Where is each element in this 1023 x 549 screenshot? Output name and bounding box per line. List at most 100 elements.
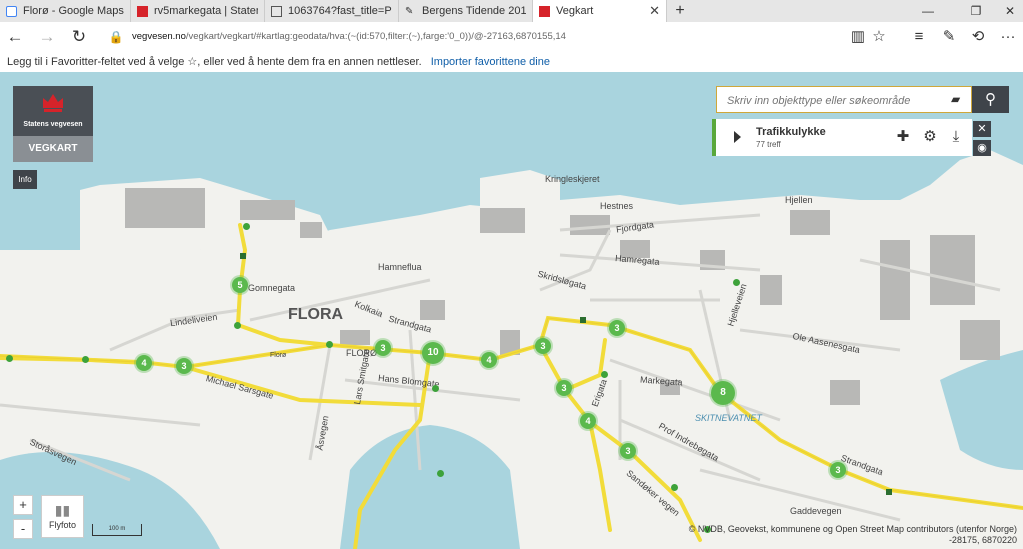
accident-point[interactable] [243, 223, 250, 230]
search-icon: ⚲ [985, 91, 996, 108]
url-field[interactable]: vegvesen.no/vegkart/vegkart/#kartlag:geo… [132, 31, 566, 42]
accident-cluster[interactable]: 5 [232, 277, 248, 293]
layer-title: Trafikkulykke [756, 126, 826, 138]
tab-bar: Florø - Google Maps rv5markegata | State… [0, 0, 1023, 22]
scale-bar: 100 m [92, 524, 142, 536]
place-label: Florø [270, 352, 287, 359]
info-button[interactable]: Info [13, 170, 37, 189]
town-label: FLORA [288, 306, 344, 323]
accident-point[interactable] [432, 385, 439, 392]
tab-vegkart[interactable]: Vegkart ✕ [533, 0, 667, 22]
street-label: Gaddevegen [790, 506, 842, 516]
layer-panel: Trafikkulykke 77 treff ✚ ⚙ ⤓ [712, 119, 972, 156]
tab-label: Florø - Google Maps [23, 5, 124, 17]
accident-cluster[interactable]: 3 [620, 443, 636, 459]
statens-vegvesen-icon [137, 5, 148, 17]
import-favorites-link[interactable]: Importer favorittene dine [431, 56, 550, 68]
accident-cluster[interactable]: 4 [481, 352, 497, 368]
coordinates-text: -28175, 6870220 [948, 535, 1017, 545]
remove-layer-close-icon[interactable]: ✕ [973, 121, 991, 137]
tab-label: rv5markegata | Statens vegv [154, 5, 258, 17]
road-number-marker [580, 317, 586, 323]
search-box: ▰ [716, 86, 972, 113]
tab-bergens-tidende[interactable]: ✎ Bergens Tidende 2017-04-0 [399, 0, 533, 22]
street-label: Gomnegata [248, 283, 296, 293]
zoom-in-button[interactable]: + [13, 495, 33, 515]
url-host: vegvesen.no [132, 31, 186, 42]
reading-view-icon[interactable]: ▥ [848, 27, 868, 47]
zoom-out-button[interactable]: - [13, 519, 33, 539]
accident-point[interactable] [437, 470, 444, 477]
url-path: /vegkart/vegkart/#kartlag:geodata/hva:(~… [185, 31, 566, 42]
favorites-bar: Legg til i Favoritter-feltet ved å velge… [0, 52, 1023, 72]
accident-cluster[interactable]: 8 [711, 381, 735, 405]
aerial-photo-icon: ▮▮ [54, 502, 71, 518]
search-input[interactable] [725, 89, 949, 113]
expand-arrow-icon[interactable] [734, 131, 741, 143]
add-filter-icon[interactable]: ✚ [894, 128, 912, 146]
search-button[interactable]: ⚲ [972, 86, 1009, 113]
web-note-icon[interactable]: ✎ [939, 27, 959, 47]
catalog-book-icon[interactable]: ▰ [951, 92, 965, 106]
accident-cluster[interactable]: 10 [422, 342, 444, 364]
accident-cluster[interactable]: 3 [375, 340, 391, 356]
more-icon[interactable]: ··· [998, 27, 1018, 47]
address-bar: ← → ↻ 🔒 vegvesen.no/vegkart/vegkart/#kar… [0, 22, 1023, 53]
org-name: Statens vegvesen [23, 121, 83, 128]
tab-google-maps[interactable]: Florø - Google Maps [0, 0, 131, 22]
favorites-hint: Legg til i Favoritter-feltet ved å velge… [7, 56, 422, 68]
document-icon [271, 5, 282, 17]
lake-label: SKITNEVATNET [695, 413, 762, 423]
toggle-visibility-eye-icon[interactable]: ◉ [973, 140, 991, 156]
attribution-text: © NVDB, Geovekst, kommunene og Open Stre… [688, 524, 1017, 534]
accident-point[interactable] [6, 355, 13, 362]
accident-cluster[interactable]: 3 [556, 380, 572, 396]
download-icon[interactable]: ⤓ [947, 128, 965, 146]
new-tab-button[interactable]: + [667, 0, 693, 22]
tab-rv5markegata[interactable]: rv5markegata | Statens vegv [131, 0, 265, 22]
accident-point[interactable] [234, 322, 241, 329]
minimize-icon[interactable]: — [910, 0, 946, 22]
place-label: Hjellen [785, 195, 813, 205]
attribution: © NVDB, Geovekst, kommunene og Open Stre… [689, 524, 1017, 546]
lock-icon: 🔒 [108, 30, 124, 44]
tab-label: Bergens Tidende 2017-04-0 [422, 5, 526, 17]
hub-icon[interactable]: ≡ [909, 27, 929, 47]
accident-cluster[interactable]: 3 [535, 338, 551, 354]
layer-count: 77 treff [756, 140, 781, 149]
flyfoto-button[interactable]: ▮▮ Flyfoto [41, 495, 84, 538]
place-label: Hestnes [600, 201, 634, 211]
google-maps-icon [6, 5, 17, 17]
refresh-icon[interactable]: ↻ [67, 26, 91, 48]
accident-cluster[interactable]: 3 [830, 462, 846, 478]
accident-cluster[interactable]: 3 [176, 358, 192, 374]
maximize-icon[interactable]: ❐ [958, 0, 994, 22]
favorite-star-icon[interactable]: ☆ [869, 27, 889, 47]
vegkart-label: VEGKART [13, 136, 93, 162]
road-number-marker [886, 489, 892, 495]
place-label: Kringleskjeret [545, 174, 600, 184]
forward-icon[interactable]: → [35, 26, 59, 48]
statens-vegvesen-logo[interactable]: Statens vegvesen VEGKART [13, 86, 93, 162]
road-number-marker [240, 253, 246, 259]
accident-point[interactable] [733, 279, 740, 286]
place-label: Hamneflua [378, 262, 422, 272]
close-window-icon[interactable]: ✕ [992, 0, 1023, 22]
flyfoto-label: Flyfoto [48, 520, 76, 530]
accident-cluster[interactable]: 4 [580, 413, 596, 429]
tab-planteik[interactable]: 1063764?fast_title=Planteik [265, 0, 399, 22]
accident-point[interactable] [326, 341, 333, 348]
share-icon[interactable]: ⟲ [968, 27, 988, 47]
accident-cluster[interactable]: 3 [609, 320, 625, 336]
accident-point[interactable] [671, 484, 678, 491]
crown-logo-icon [13, 86, 93, 136]
accident-cluster[interactable]: 4 [136, 355, 152, 371]
tab-label: 1063764?fast_title=Planteik [288, 5, 392, 17]
bt-logo-icon: ✎ [405, 5, 414, 17]
accident-point[interactable] [601, 371, 608, 378]
settings-gear-icon[interactable]: ⚙ [921, 128, 939, 146]
close-tab-icon[interactable]: ✕ [649, 3, 660, 19]
accident-point[interactable] [82, 356, 89, 363]
tab-label: Vegkart [556, 5, 594, 17]
back-icon[interactable]: ← [3, 26, 27, 48]
